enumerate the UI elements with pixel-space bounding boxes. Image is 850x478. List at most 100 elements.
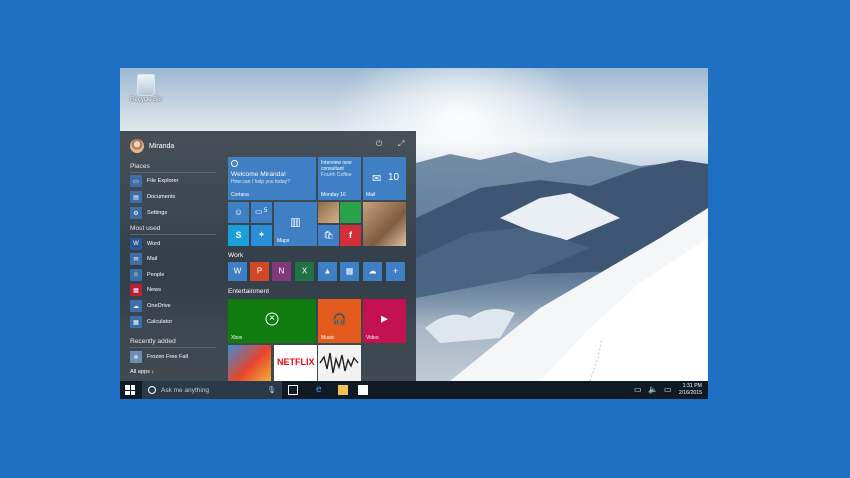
tile-xbox[interactable]: ✕ Xbox — [228, 299, 316, 343]
video-icon: ▶ — [381, 313, 388, 324]
search-input[interactable]: Ask me anything 🎙 — [142, 381, 282, 399]
tile-photo[interactable] — [318, 202, 339, 223]
recycle-bin-label: Recycle Bin — [130, 97, 162, 103]
power-icon[interactable]: ⏻ — [376, 139, 382, 149]
headphones-icon: 🎧 — [332, 313, 347, 326]
desktop-screen: Recycle Bin Miranda ⏻ ⤢ Places ▭ File Exp… — [120, 68, 708, 399]
skype-icon: S — [235, 229, 242, 240]
expand-icon[interactable]: ⤢ — [398, 139, 404, 149]
places-settings[interactable]: ⚙ Settings — [130, 207, 167, 219]
excel-icon: X — [301, 266, 308, 276]
news-icon: ▦ — [130, 284, 142, 296]
calculator-icon: ▦ — [130, 316, 142, 328]
xbox-icon: ✕ — [265, 312, 279, 326]
divider — [130, 234, 216, 235]
all-apps-label: All apps — [130, 369, 150, 375]
store-icon[interactable] — [358, 385, 368, 395]
powerpoint-icon: P — [256, 266, 263, 276]
twitter-icon: ✦ — [257, 229, 266, 240]
mail-icon: ✉ — [130, 253, 142, 265]
calendar-date: Monday 16 — [321, 192, 346, 198]
cortana-icon — [148, 386, 156, 394]
tile-twitter[interactable]: ✦ — [251, 225, 272, 246]
most-used-people[interactable]: ☺ People — [130, 269, 164, 281]
tile-label: Cortana — [231, 192, 249, 198]
game-icon: ❄ — [130, 351, 142, 363]
system-clock[interactable]: 1:31 PM 2/16/2015 — [679, 383, 702, 397]
item-label: Documents — [147, 194, 176, 200]
recently-added-frozen[interactable]: ❄ Frozen Free Fall — [130, 351, 188, 363]
tile-sway[interactable]: ▲ — [318, 262, 337, 281]
most-used-heading: Most used — [130, 225, 161, 232]
places-heading: Places — [130, 163, 150, 170]
item-label: File Explorer — [147, 178, 179, 184]
most-used-onedrive[interactable]: ☁ OneDrive — [130, 300, 171, 312]
network-icon[interactable]: ▭ — [634, 385, 642, 394]
store-icon: 🛍 — [323, 230, 334, 240]
tile-music[interactable]: 🎧 Music — [318, 299, 361, 343]
most-used-calculator[interactable]: ▦ Calculator — [130, 316, 172, 328]
tile-onedrive[interactable]: ☁ — [363, 262, 382, 281]
tile-people[interactable]: ☺ — [228, 202, 249, 223]
tile-audio-wave[interactable] — [318, 345, 361, 381]
tile-maps[interactable]: ▥ Maps — [274, 202, 317, 246]
people-badge: 5 — [264, 208, 268, 214]
arrow-down-icon: ↓ — [151, 369, 155, 375]
tile-calendar[interactable]: Interview new consultant Fourth Coffee M… — [318, 157, 361, 200]
tile-messaging[interactable]: ▭ 5 — [251, 202, 272, 223]
clock-time: 1:31 PM — [682, 383, 702, 389]
onedrive-icon: ☁ — [368, 266, 377, 276]
most-used-news[interactable]: ▦ News — [130, 284, 161, 296]
user-account[interactable]: Miranda — [130, 139, 174, 153]
windows-start-button[interactable] — [125, 385, 135, 395]
tile-cortana[interactable]: Welcome Miranda! How can I help you toda… — [228, 157, 316, 200]
item-label: Calculator — [147, 319, 173, 325]
tile-video[interactable]: ▶ Video — [363, 299, 406, 343]
tile-cars[interactable] — [228, 345, 271, 381]
tile-flipboard[interactable]: f — [340, 225, 361, 246]
waveform-icon — [319, 352, 359, 374]
tile-calculator[interactable]: ▦ — [340, 262, 359, 281]
recycle-bin[interactable]: Recycle Bin — [128, 74, 164, 103]
tile-add[interactable]: + — [386, 262, 405, 281]
tile-powerpoint[interactable]: P — [250, 262, 269, 281]
tile-word[interactable]: W — [228, 262, 247, 281]
most-used-word[interactable]: W Word — [130, 238, 160, 250]
tile-photos-people[interactable] — [363, 202, 406, 246]
item-label: People — [147, 272, 165, 278]
all-apps-button[interactable]: All apps ↓ — [130, 369, 154, 375]
search-placeholder: Ask me anything — [161, 386, 210, 394]
edge-icon[interactable]: e — [316, 385, 326, 395]
item-label: Frozen Free Fall — [147, 354, 189, 360]
tile-label: Video — [366, 335, 379, 341]
tile-green[interactable] — [340, 202, 361, 223]
gear-icon: ⚙ — [130, 207, 142, 219]
cortana-title: Welcome Miranda! — [231, 171, 286, 178]
most-used-mail[interactable]: ✉ Mail — [130, 253, 157, 265]
tile-netflix[interactable]: NETFLIX — [274, 345, 317, 381]
tile-skype[interactable]: S — [228, 225, 249, 246]
onenote-icon: N — [278, 266, 285, 276]
tile-mail[interactable]: ✉ 10 Mail — [363, 157, 406, 200]
message-icon: ▭ — [255, 207, 263, 216]
file-explorer-icon[interactable] — [338, 385, 348, 395]
microphone-icon: 🎙 — [267, 387, 276, 394]
tile-store[interactable]: 🛍 — [318, 225, 339, 246]
tile-onenote[interactable]: N — [272, 262, 291, 281]
item-label: News — [147, 287, 161, 293]
task-view-icon[interactable] — [288, 385, 298, 395]
netflix-logo: NETFLIX — [277, 357, 315, 367]
user-name: Miranda — [149, 142, 175, 150]
places-documents[interactable]: ▤ Documents — [130, 191, 175, 203]
divider — [130, 172, 216, 173]
places-file-explorer[interactable]: ▭ File Explorer — [130, 175, 178, 187]
volume-icon[interactable]: 🔈 — [648, 385, 658, 394]
calendar-line3: Fourth Coffee — [321, 172, 352, 178]
item-label: Mail — [147, 256, 158, 262]
people-icon: ☺ — [130, 269, 142, 281]
tile-excel[interactable]: X — [295, 262, 314, 281]
cortana-icon — [231, 160, 238, 167]
calendar-event: Interview new consultant Fourth Coffee — [321, 160, 352, 178]
notification-icon[interactable]: ▭ — [664, 385, 672, 394]
tile-label: Maps — [277, 238, 290, 244]
